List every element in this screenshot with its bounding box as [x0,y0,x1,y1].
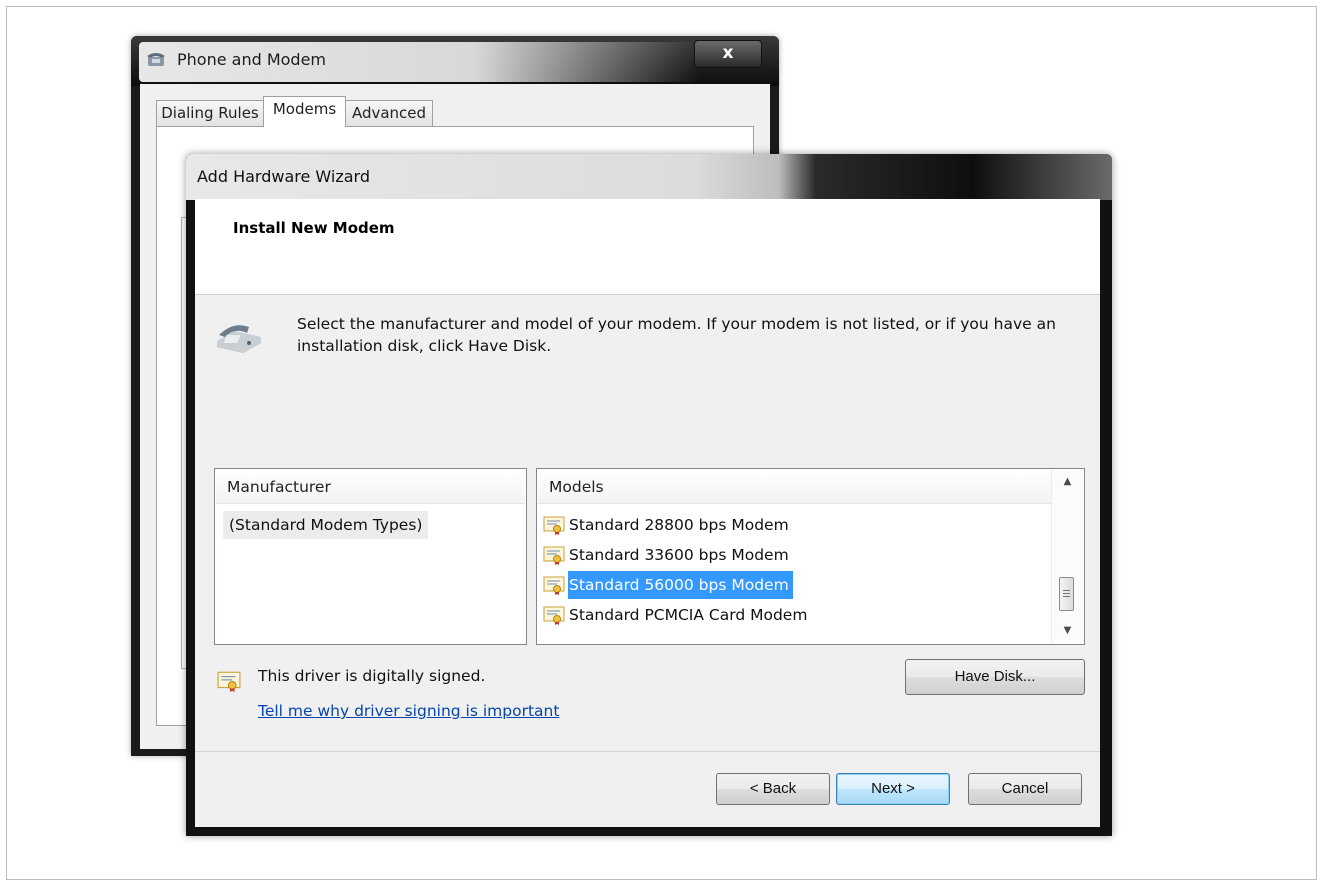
scroll-down-arrow-icon[interactable]: ▼ [1052,619,1083,643]
phone-icon [147,53,165,66]
models-column-header[interactable]: Models [538,470,1051,504]
model-label: Standard 33600 bps Modem [569,546,789,564]
certificate-icon [543,546,565,565]
certificate-icon [543,576,565,595]
model-item-selected[interactable]: Standard 56000 bps Modem [543,571,793,599]
cancel-button[interactable]: Cancel [968,773,1082,805]
certificate-icon [543,516,565,535]
certificate-icon [543,606,565,625]
model-label: Standard PCMCIA Card Modem [569,606,808,624]
close-button[interactable]: x [694,40,762,68]
model-label: Standard 28800 bps Modem [569,516,789,534]
back-button[interactable]: < Back [716,773,830,805]
models-listbox[interactable]: Models Standard 28800 bps Modem Standard… [536,468,1085,645]
manufacturer-item[interactable]: (Standard Modem Types) [223,511,429,539]
driver-signing-link[interactable]: Tell me why driver signing is important [258,702,559,720]
grip-line [1063,593,1070,594]
wizard-heading: Install New Modem [233,219,395,237]
signed-certificate-icon [217,671,241,692]
footer-separator [195,751,1100,752]
manufacturer-column-header[interactable]: Manufacturer [216,470,525,504]
grip-line [1063,596,1070,597]
model-item[interactable]: Standard PCMCIA Card Modem [543,601,811,629]
modem-phone-icon [217,325,261,353]
window-title: Phone and Modem [177,50,327,69]
have-disk-button[interactable]: Have Disk... [905,659,1085,695]
next-button[interactable]: Next > [836,773,950,805]
model-label: Standard 56000 bps Modem [568,571,793,599]
wizard-title: Add Hardware Wizard [197,167,370,186]
model-item[interactable]: Standard 28800 bps Modem [543,511,793,539]
models-scrollbar[interactable]: ▲ ▼ [1051,470,1083,643]
scroll-up-arrow-icon[interactable]: ▲ [1052,470,1083,494]
instruction-text: Select the manufacturer and model of you… [297,315,1056,355]
add-hardware-wizard-window: Add Hardware Wizard Install New Modem Se… [186,154,1112,836]
tab-dialing-rules[interactable]: Dialing Rules [156,100,264,126]
wizard-client: Install New Modem Select the manufacture… [195,199,1100,827]
tab-advanced[interactable]: Advanced [345,100,433,126]
wizard-title-bar[interactable]: Add Hardware Wizard [186,154,1112,200]
scrollbar-thumb[interactable] [1059,577,1074,611]
model-item[interactable]: Standard 33600 bps Modem [543,541,793,569]
wizard-header: Install New Modem [195,199,1100,295]
manufacturer-listbox[interactable]: Manufacturer (Standard Modem Types) [214,468,527,645]
title-bar[interactable]: Phone and Modem x [131,36,779,86]
tab-modems[interactable]: Modems [263,96,346,127]
grip-line [1063,590,1070,591]
driver-signed-text: This driver is digitally signed. [258,667,486,685]
